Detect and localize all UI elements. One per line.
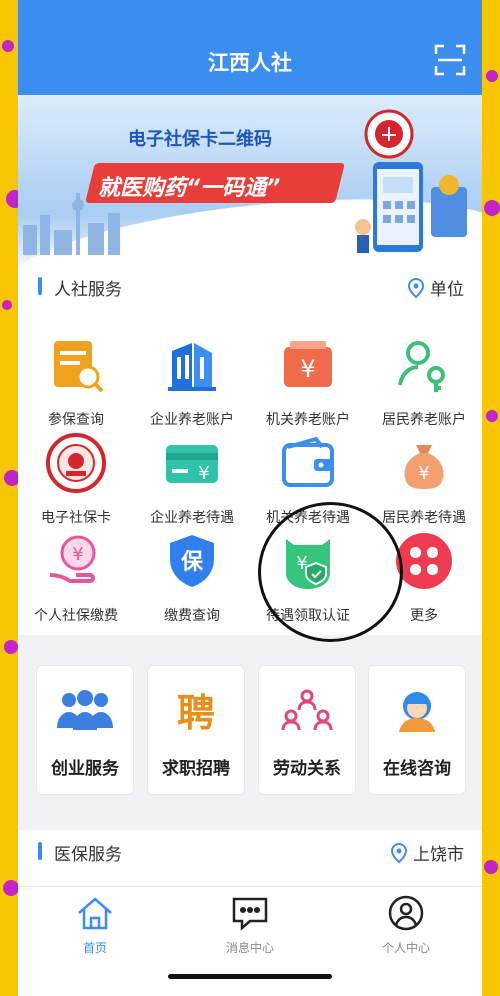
location-selector[interactable]: 上饶市 xyxy=(391,840,464,865)
team-icon xyxy=(57,690,113,730)
svg-text:¥: ¥ xyxy=(72,544,83,565)
card-recruitment[interactable]: 聘 求职招聘 xyxy=(147,665,245,795)
location-pin-icon xyxy=(391,843,407,863)
hr-services-title: 人社服务 xyxy=(54,280,122,300)
medical-insurance-title: 医保服务 xyxy=(54,845,122,865)
social-security-seal-icon xyxy=(364,109,414,159)
message-icon xyxy=(232,897,268,931)
confetti-dot xyxy=(4,640,18,654)
confetti-dot xyxy=(486,70,498,82)
tab-home[interactable]: 首页 xyxy=(40,895,150,956)
people-network-icon xyxy=(281,689,333,731)
confetti-dot xyxy=(484,200,500,216)
home-icon xyxy=(78,897,112,930)
grid-label: 个人社保缴费 xyxy=(34,608,118,624)
grid-item-e-social-security-card[interactable]: 电子社保卡 xyxy=(18,431,134,527)
tab-messages[interactable]: 消息中心 xyxy=(195,895,305,956)
tab-label: 个人中心 xyxy=(381,941,430,955)
grid-item-insurance-query[interactable]: 参保查询 xyxy=(18,333,134,429)
app-header: 江西人社 xyxy=(18,0,482,95)
confetti-dot xyxy=(2,300,12,310)
medical-insurance-header: 医保服务 上饶市 xyxy=(18,830,482,874)
building-icon xyxy=(168,343,216,391)
grid-item-agency-pension-account[interactable]: ¥ 机关养老账户 xyxy=(250,333,366,429)
bottom-tab-bar: 首页 消息中心 个人中心 xyxy=(18,886,482,996)
confetti-dot xyxy=(2,40,14,52)
hr-services-section: 人社服务 单位 参保查询 企业养老账户 ¥ 机关养老账户 居民养老账户 电子社保… xyxy=(18,265,482,635)
grid-label: 电子社保卡 xyxy=(41,510,111,526)
social-security-card-icon xyxy=(46,433,106,493)
grid-item-resident-pension-account[interactable]: 居民养老账户 xyxy=(366,333,482,429)
phone-screen: 江西人社 电子社保卡二维码 就医购药“一码通” 人社服务 单位 参保查询 企业养… xyxy=(18,0,482,996)
grid-label: 企业养老账户 xyxy=(150,412,234,428)
document-search-icon xyxy=(54,341,104,393)
grid-label: 居民养老账户 xyxy=(382,412,466,428)
scan-button[interactable] xyxy=(434,44,466,76)
confetti-dot xyxy=(484,860,498,874)
home-indicator xyxy=(168,974,332,979)
grid-label: 缴费查询 xyxy=(164,608,220,624)
location-label: 上饶市 xyxy=(413,845,464,865)
wallet-icon xyxy=(282,436,334,487)
section-accent-bar xyxy=(38,842,42,860)
promo-banner[interactable]: 电子社保卡二维码 就医购药“一码通” xyxy=(18,95,482,265)
recruit-icon: 聘 xyxy=(177,691,215,735)
phone-qr-illustration-icon xyxy=(355,162,467,253)
svg-text:保: 保 xyxy=(180,550,204,575)
money-bag-icon: ¥ xyxy=(404,445,444,489)
quick-service-cards: 创业服务 聘 求职招聘 劳动关系 在线咨询 xyxy=(18,645,482,810)
grid-item-resident-pension-benefit[interactable]: ¥ 居民养老待遇 xyxy=(366,431,482,527)
tab-profile[interactable]: 个人中心 xyxy=(351,895,461,956)
grid-item-enterprise-pension-account[interactable]: 企业养老账户 xyxy=(134,333,250,429)
hr-services-header: 人社服务 单位 xyxy=(18,265,482,309)
card-label: 在线咨询 xyxy=(383,759,451,779)
card-entrepreneurship[interactable]: 创业服务 xyxy=(36,665,134,795)
section-accent-bar xyxy=(38,277,42,295)
svg-text:¥: ¥ xyxy=(198,463,209,484)
location-label: 单位 xyxy=(430,280,464,300)
person-key-icon xyxy=(398,341,445,392)
location-pin-icon xyxy=(408,278,424,298)
tab-label: 首页 xyxy=(82,941,107,955)
banner-headline: 电子社保卡二维码 xyxy=(128,129,272,150)
yen-box-icon: ¥ xyxy=(284,341,332,387)
svg-text:¥: ¥ xyxy=(300,355,315,383)
confetti-dot xyxy=(486,410,498,422)
shield-bao-icon: 保 xyxy=(170,535,214,587)
grid-label: 机关养老账户 xyxy=(266,412,350,428)
grid-item-personal-insurance-payment[interactable]: ¥ 个人社保缴费 xyxy=(18,529,134,625)
card-online-consultation[interactable]: 在线咨询 xyxy=(368,665,466,795)
svg-text:¥: ¥ xyxy=(418,463,429,484)
tab-label: 消息中心 xyxy=(225,941,274,955)
annotation-circle xyxy=(258,502,403,642)
app-title: 江西人社 xyxy=(208,51,292,75)
card-label: 劳动关系 xyxy=(273,759,341,779)
grid-label: 参保查询 xyxy=(48,412,104,428)
grid-item-payment-query[interactable]: 保 缴费查询 xyxy=(134,529,250,625)
grid-label: 企业养老待遇 xyxy=(150,510,234,526)
card-label: 创业服务 xyxy=(51,759,119,779)
yen-card-icon: ¥ xyxy=(166,445,218,484)
location-selector[interactable]: 单位 xyxy=(408,275,464,300)
scan-icon xyxy=(434,44,466,76)
card-labor-relations[interactable]: 劳动关系 xyxy=(258,665,356,795)
yen-hand-icon: ¥ xyxy=(49,535,96,583)
banner-subheadline: 就医购药“一码通” xyxy=(98,176,281,201)
medical-insurance-section: 医保服务 上饶市 xyxy=(18,830,482,886)
grid-item-enterprise-pension-benefit[interactable]: ¥ 企业养老待遇 xyxy=(134,431,250,527)
confetti-dot xyxy=(3,880,19,896)
svg-text:聘: 聘 xyxy=(177,691,215,732)
card-label: 求职招聘 xyxy=(162,759,230,779)
user-icon xyxy=(388,895,424,931)
consultant-icon xyxy=(399,692,435,732)
